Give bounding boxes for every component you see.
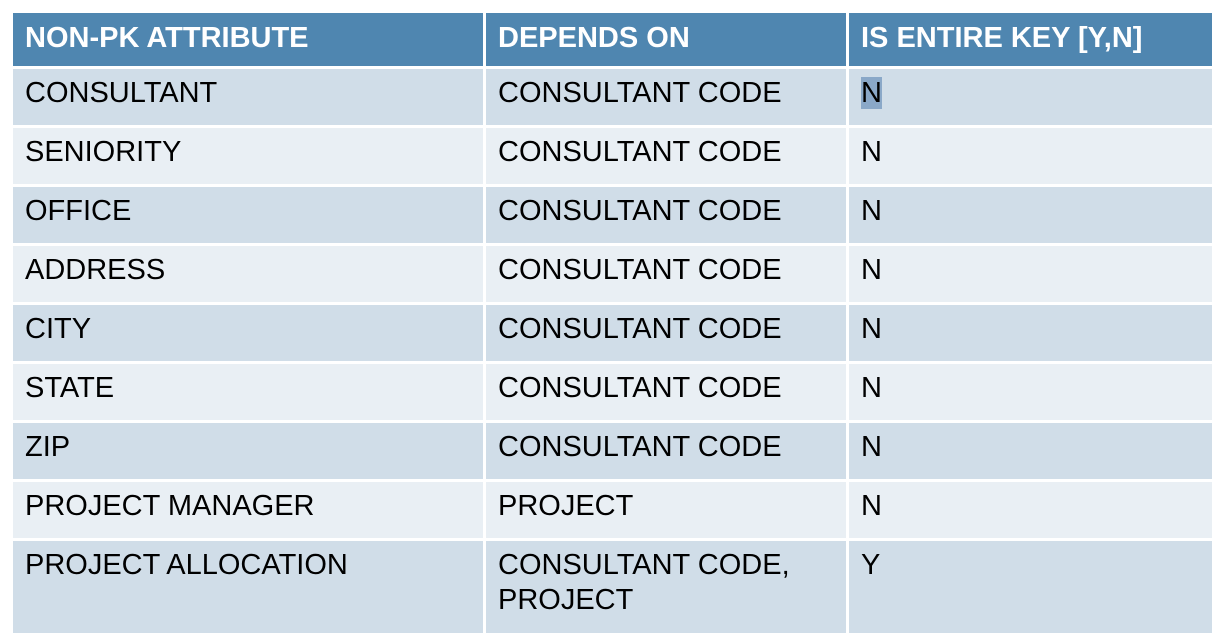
table-row: CITY CONSULTANT CODE N — [10, 302, 1215, 364]
attribute-cell: CITY — [10, 302, 486, 364]
attribute-cell: CONSULTANT — [10, 66, 486, 128]
depends-on-line-2: PROJECT — [498, 584, 634, 616]
column-header-non-pk-attribute: NON-PK ATTRIBUTE — [10, 10, 486, 69]
entire-key-cell: N — [846, 302, 1215, 364]
header-row: NON-PK ATTRIBUTE DEPENDS ON IS ENTIRE KE… — [10, 10, 1215, 69]
attribute-cell: SENIORITY — [10, 125, 486, 187]
column-header-depends-on: DEPENDS ON — [483, 10, 849, 69]
attribute-cell: OFFICE — [10, 184, 486, 246]
attribute-cell: PROJECT MANAGER — [10, 479, 486, 541]
table-row: PROJECT MANAGER PROJECT N — [10, 479, 1215, 541]
dependency-table-container: NON-PK ATTRIBUTE DEPENDS ON IS ENTIRE KE… — [10, 10, 1215, 636]
depends-on-cell: CONSULTANT CODE — [483, 66, 849, 128]
depends-on-cell: CONSULTANT CODE — [483, 184, 849, 246]
entire-key-cell: N — [846, 420, 1215, 482]
entire-key-cell: N — [846, 125, 1215, 187]
table-row: ZIP CONSULTANT CODE N — [10, 420, 1215, 482]
attribute-cell: ZIP — [10, 420, 486, 482]
entire-key-cell: N — [846, 361, 1215, 423]
entire-key-cell: N — [846, 184, 1215, 246]
table-row: SENIORITY CONSULTANT CODE N — [10, 125, 1215, 187]
depends-on-cell: CONSULTANT CODE — [483, 361, 849, 423]
entire-key-cell: N — [846, 243, 1215, 305]
column-header-is-entire-key: IS ENTIRE KEY [Y,N] — [846, 10, 1215, 69]
attribute-cell: ADDRESS — [10, 243, 486, 305]
depends-on-cell: CONSULTANT CODE — [483, 125, 849, 187]
table-row: CONSULTANT CONSULTANT CODE N — [10, 66, 1215, 128]
dependency-table: NON-PK ATTRIBUTE DEPENDS ON IS ENTIRE KE… — [10, 10, 1215, 636]
depends-on-line-1: CONSULTANT CODE, — [498, 549, 790, 581]
entire-key-cell[interactable]: N — [846, 66, 1215, 128]
table-row: STATE CONSULTANT CODE N — [10, 361, 1215, 423]
depends-on-cell: CONSULTANT CODE — [483, 243, 849, 305]
depends-on-cell: PROJECT — [483, 479, 849, 541]
table-row: ADDRESS CONSULTANT CODE N — [10, 243, 1215, 305]
table-row: OFFICE CONSULTANT CODE N — [10, 184, 1215, 246]
depends-on-cell: CONSULTANT CODE — [483, 302, 849, 364]
attribute-cell: STATE — [10, 361, 486, 423]
depends-on-cell: CONSULTANT CODE — [483, 420, 849, 482]
selected-text[interactable]: N — [861, 77, 882, 109]
entire-key-cell: N — [846, 479, 1215, 541]
